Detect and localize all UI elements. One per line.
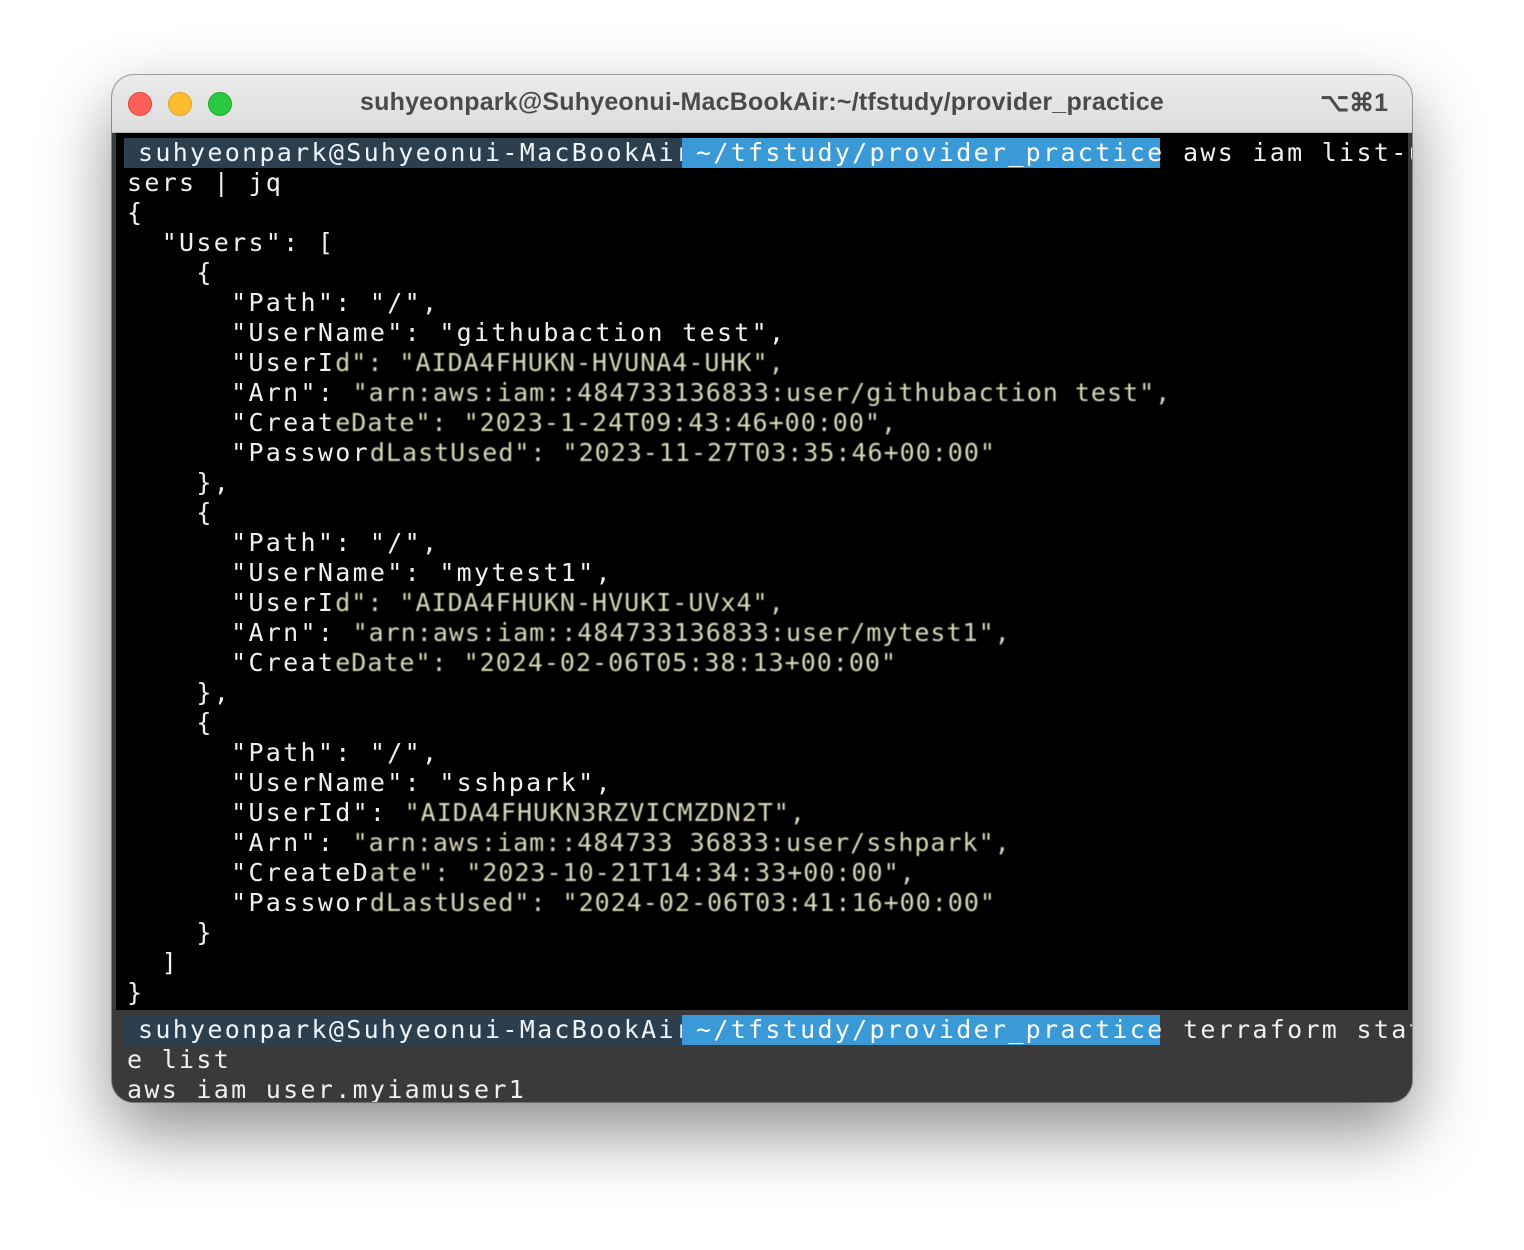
json-line: { [127,708,214,737]
redacted-value: eDate": "2023-1-24T09:43:46+00:00", [335,408,898,437]
json-line: "UserId": "AIDA4FHUKN-HVUKI-UVx4", [127,588,785,617]
command-text: terraform stat [1183,1015,1412,1044]
json-line: "UserId": "AIDA4FHUKN-HVUNA4-UHK", [127,348,785,377]
redacted-value: "arn:aws:iam::484733 36833:user/sshpark"… [352,828,1011,857]
title-bar[interactable]: suhyeonpark@Suhyeonui-MacBookAir:~/tfstu… [112,75,1412,133]
redacted-value: eDate": "2024-02-06T05:38:13+00:00" [335,648,898,677]
window-title: suhyeonpark@Suhyeonui-MacBookAir:~/tfstu… [360,88,1164,116]
terminal-output-area[interactable]: suhyeonpark@Suhyeonui-MacBookAir ~/tfstu… [116,133,1412,1010]
redacted-value: "arn:aws:iam::484733136833:user/githubac… [352,378,1172,407]
json-line: "Arn": "arn:aws:iam::484733 36833:user/s… [127,828,1011,857]
json-line: { [127,258,214,287]
redacted-value: dLastUsed": "2023-11-27T03:35:46+00:00" [369,438,996,467]
json-line: "UserName": "sshpark", [127,768,613,797]
json-line: "PasswordLastUsed": "2024-02-06T03:41:16… [127,888,996,917]
json-line: "UserName": "mytest1", [127,558,613,587]
prompt-user-host: suhyeonpark@Suhyeonui-MacBookAir [124,138,691,168]
json-line: "Users": [ [127,228,336,257]
window-shortcut: ⌥⌘1 [1320,89,1388,117]
json-line: "Path": "/", [127,738,440,767]
redacted-value: d": "AIDA4FHUKN-HVUNA4-UHK", [335,348,785,377]
command-text: aws iam list-u [1183,138,1412,167]
json-line: { [127,198,145,227]
json-line: }, [127,468,232,497]
json-line: "Arn": "arn:aws:iam::484733136833:user/m… [127,618,1011,647]
prompt-user-host: suhyeonpark@Suhyeonui-MacBookAir [124,1015,691,1045]
json-line: "CreateDate": "2023-10-21T14:34:33+00:00… [127,858,916,887]
redacted-value: dLastUsed": "2024-02-06T03:41:16+00:00" [369,888,996,917]
redacted-value: "AIDA4FHUKN3RZVICMZDN2T", [404,798,806,827]
command-text-wrap: sers | jq [127,168,284,197]
redacted-value: "arn:aws:iam::484733136833:user/mytest1"… [352,618,1011,647]
json-line: "Path": "/", [127,528,440,557]
prompt-path: ~/tfstudy/provider_practice [682,138,1162,168]
terminal-window: suhyeonpark@Suhyeonui-MacBookAir:~/tfstu… [112,75,1412,1102]
command-text-wrap: e list [127,1045,232,1074]
json-line: { [127,498,214,527]
json-line: ] [127,948,180,977]
json-line: } [127,978,145,1007]
json-line: "CreateDate": "2024-02-06T05:38:13+00:00… [127,648,898,677]
json-line: }, [127,678,232,707]
redacted-value: ate": "2023-10-21T14:34:33+00:00", [369,858,916,887]
json-line: "Path": "/", [127,288,440,317]
json-line: "CreateDate": "2023-1-24T09:43:46+00:00"… [127,408,898,437]
command-output-line: aws_iam_user.myiamuser1 [127,1075,527,1102]
terminal-lower-area[interactable]: suhyeonpark@Suhyeonui-MacBookAir ~/tfstu… [112,1010,1412,1102]
prompt-path: ~/tfstudy/provider_practice [682,1015,1162,1045]
json-line: "UserId": "AIDA4FHUKN3RZVICMZDN2T", [127,798,806,827]
json-line: "PasswordLastUsed": "2023-11-27T03:35:46… [127,438,996,467]
json-line: } [127,918,214,947]
json-line: "Arn": "arn:aws:iam::484733136833:user/g… [127,378,1172,407]
redacted-value: d": "AIDA4FHUKN-HVUKI-UVx4", [335,588,785,617]
json-line: "UserName": "githubaction test", [127,318,787,347]
